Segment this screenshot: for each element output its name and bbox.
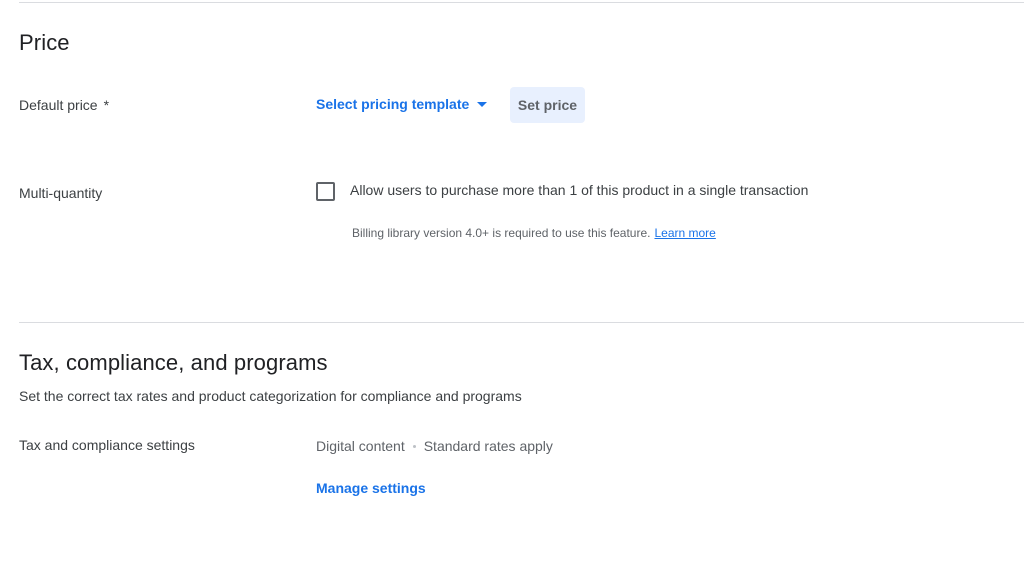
default-price-label: Default price * bbox=[19, 97, 109, 113]
required-marker: * bbox=[103, 97, 110, 113]
product-pricing-page: Price Default price * Select pricing temp… bbox=[0, 0, 1024, 576]
default-price-label-text: Default price bbox=[19, 97, 98, 113]
set-price-button[interactable]: Set price bbox=[510, 87, 585, 123]
top-divider bbox=[19, 2, 1024, 3]
price-section-title: Price bbox=[19, 30, 70, 55]
caret-down-icon bbox=[477, 102, 488, 107]
section-divider bbox=[19, 322, 1024, 323]
multi-quantity-checkbox-label[interactable]: Allow users to purchase more than 1 of t… bbox=[350, 182, 808, 198]
tax-settings-values: Digital content Standard rates apply bbox=[316, 438, 553, 454]
multi-quantity-label: Multi-quantity bbox=[19, 185, 103, 201]
select-pricing-template-label: Select pricing template bbox=[316, 96, 470, 112]
billing-library-hint: Billing library version 4.0+ is required… bbox=[352, 226, 716, 240]
select-pricing-template-dropdown[interactable]: Select pricing template bbox=[316, 96, 488, 112]
manage-settings-link[interactable]: Manage settings bbox=[316, 480, 426, 496]
learn-more-link[interactable]: Learn more bbox=[654, 226, 715, 240]
billing-library-hint-text: Billing library version 4.0+ is required… bbox=[352, 226, 651, 240]
dot-separator-icon bbox=[412, 444, 416, 448]
tax-section-title: Tax, compliance, and programs bbox=[19, 350, 328, 375]
tax-rate-value: Standard rates apply bbox=[423, 438, 553, 454]
multi-quantity-checkbox[interactable] bbox=[316, 182, 335, 201]
tax-settings-label: Tax and compliance settings bbox=[19, 437, 195, 453]
tax-section-subtitle: Set the correct tax rates and product ca… bbox=[19, 388, 522, 404]
tax-category-value: Digital content bbox=[316, 438, 405, 454]
